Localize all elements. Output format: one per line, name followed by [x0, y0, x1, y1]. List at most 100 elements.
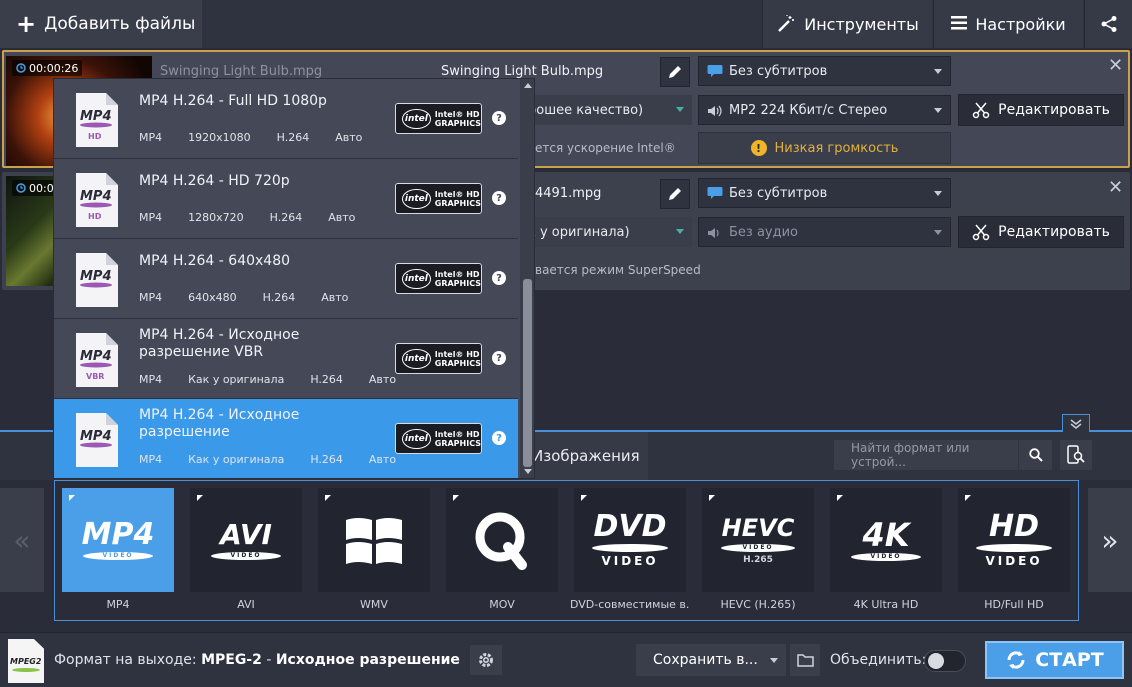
- output-format-label: Формат на выходе:: [54, 652, 197, 668]
- scroll-right-button[interactable]: »: [1088, 488, 1132, 592]
- search-button[interactable]: [1019, 440, 1052, 470]
- scroll-up-icon[interactable]: [524, 83, 532, 88]
- intel-logo: intel: [402, 188, 431, 209]
- add-files-button[interactable]: + Добавить файлы: [0, 0, 202, 48]
- output-file-icon-label: MPEG2: [10, 657, 42, 666]
- help-icon[interactable]: ?: [492, 431, 506, 445]
- collapse-panel-button[interactable]: [1062, 414, 1090, 432]
- format-tile-mov[interactable]: [446, 488, 558, 592]
- tab-images[interactable]: Изображения: [520, 432, 648, 480]
- scroll-left-button[interactable]: «: [0, 488, 44, 592]
- audio-dropdown[interactable]: Без аудио: [698, 217, 951, 247]
- settings-label: Настройки: [975, 14, 1066, 34]
- detect-device-button[interactable]: [1060, 440, 1092, 470]
- plus-icon: +: [16, 10, 37, 38]
- close-icon[interactable]: ✕: [1108, 55, 1123, 76]
- speaker-icon: [708, 105, 722, 117]
- format-tile-mp4[interactable]: MP4 VIDEO: [62, 488, 174, 592]
- avi-logo: AVI: [220, 518, 272, 551]
- format-settings-button[interactable]: [470, 645, 502, 675]
- svg-text:MP4: MP4: [80, 189, 112, 204]
- scissors-icon: [972, 102, 990, 119]
- mp4-file-icon: MP4: [74, 411, 120, 469]
- corner-indicator-icon: [325, 495, 331, 501]
- chevron-down-icon: [676, 107, 684, 112]
- format-tile-wmv[interactable]: [318, 488, 430, 592]
- corner-indicator-icon: [837, 495, 843, 501]
- intel-line2: GRAPHICS: [434, 358, 481, 368]
- clock-icon: [16, 183, 26, 193]
- preset-item-selected[interactable]: MP4 MP4 H.264 - Исходное разрешение MP4 К…: [54, 399, 518, 478]
- format-label: HD/Full HD: [984, 598, 1044, 611]
- tools-label: Инструменты: [804, 14, 919, 34]
- preset-item[interactable]: MP4 HD MP4 H.264 - Full HD 1080p MP4 1920x…: [54, 79, 518, 159]
- share-button[interactable]: [1084, 0, 1132, 48]
- preset-item[interactable]: MP4 MP4 H.264 - 640x480 MP4 640x480 H.264 А…: [54, 239, 518, 319]
- quality-value: к у оригинала): [528, 224, 630, 240]
- start-label: СТАРТ: [1035, 649, 1104, 671]
- help-icon[interactable]: ?: [492, 191, 506, 205]
- format-tile-hd[interactable]: HD VIDEO: [958, 488, 1070, 592]
- preset-title: MP4 H.264 - HD 720p: [139, 173, 290, 189]
- intel-line2: GRAPHICS: [434, 198, 481, 208]
- format-label: MOV: [489, 598, 515, 611]
- format-label: HEVC (H.265): [720, 598, 796, 611]
- low-volume-warning[interactable]: ! Низкая громкость: [698, 132, 951, 164]
- spec-resolution: 1920x1080: [188, 131, 251, 144]
- help-icon[interactable]: ?: [492, 111, 506, 125]
- preset-item[interactable]: MP4 VBR MP4 H.264 - Исходное разрешение V…: [54, 319, 518, 399]
- help-icon[interactable]: ?: [492, 271, 506, 285]
- intel-line1: Intel® HD: [434, 109, 480, 119]
- rename-button[interactable]: [660, 179, 690, 209]
- format-tile-dvd[interactable]: DVD VIDEO: [574, 488, 686, 592]
- subtitles-value: Без субтитров: [729, 185, 828, 201]
- output-filename[interactable]: Swinging Light Bulb.mpg: [441, 64, 603, 79]
- format-tile-hevc[interactable]: HEVC VIDEO H.265: [702, 488, 814, 592]
- intel-hd-badge: intel Intel® HD GRAPHICS: [395, 103, 482, 134]
- tools-button[interactable]: Инструменты: [762, 0, 932, 48]
- help-icon[interactable]: ?: [492, 351, 506, 365]
- preset-title: MP4 H.264 - 640x480: [139, 253, 291, 269]
- intel-hd-badge: intel Intel® HD GRAPHICS: [395, 183, 482, 214]
- rename-button[interactable]: [660, 57, 690, 87]
- intel-line1: Intel® HD: [434, 189, 480, 199]
- format-tile-4k[interactable]: 4K VIDEO: [830, 488, 942, 592]
- edit-button[interactable]: Редактировать: [958, 216, 1124, 248]
- corner-indicator-icon: [69, 495, 75, 501]
- preset-title: MP4 H.264 - Исходное разрешение VBR: [139, 327, 300, 360]
- merge-toggle[interactable]: [924, 650, 966, 672]
- gear-icon: [479, 653, 493, 667]
- scroll-down-icon[interactable]: [524, 469, 532, 474]
- quicktime-logo-icon: [475, 512, 527, 570]
- hd-logo: HD: [988, 509, 1039, 544]
- output-separator: -: [261, 652, 276, 668]
- audio-dropdown[interactable]: MP2 224 Кбит/с Стерео: [698, 95, 951, 125]
- warning-icon: !: [750, 140, 767, 156]
- subtitles-dropdown[interactable]: Без субтитров: [698, 178, 951, 208]
- spec-resolution: 1280x720: [188, 211, 244, 224]
- superspeed-status: вается режим SuperSpeed: [535, 263, 701, 277]
- preset-specs: MP4 640x480 H.264 Авто: [139, 291, 374, 304]
- format-tile-avi[interactable]: AVI VIDEO: [190, 488, 302, 592]
- format-label: DVD-совместимые в...: [570, 598, 690, 611]
- pencil-icon: [669, 66, 681, 78]
- start-button[interactable]: СТАРТ: [985, 641, 1124, 679]
- output-format-value: MPEG-2: [201, 652, 262, 668]
- edit-button[interactable]: Редактировать: [958, 94, 1124, 126]
- chevron-down-icon: [934, 69, 942, 74]
- speech-bubble-icon: [707, 187, 723, 199]
- save-to-dropdown[interactable]: Сохранить в...: [636, 644, 786, 676]
- settings-button[interactable]: Настройки: [933, 0, 1083, 48]
- subtitles-dropdown[interactable]: Без субтитров: [698, 56, 951, 86]
- close-icon[interactable]: ✕: [1108, 177, 1123, 198]
- output-filename[interactable]: 4491.mpg: [535, 186, 601, 201]
- popup-scroll-thumb[interactable]: [523, 279, 532, 467]
- mp4-file-icon: MP4 HD: [74, 171, 120, 229]
- quality-dropdown[interactable]: к у оригинала): [520, 217, 692, 247]
- open-folder-button[interactable]: [790, 644, 820, 676]
- audio-value: Без аудио: [729, 224, 799, 240]
- quality-dropdown[interactable]: рошее качество): [520, 95, 692, 125]
- corner-indicator-icon: [965, 495, 971, 501]
- format-search-input[interactable]: Найти формат или устрой...: [834, 440, 1018, 470]
- preset-item[interactable]: MP4 HD MP4 H.264 - HD 720p MP4 1280x720 H.2…: [54, 159, 518, 239]
